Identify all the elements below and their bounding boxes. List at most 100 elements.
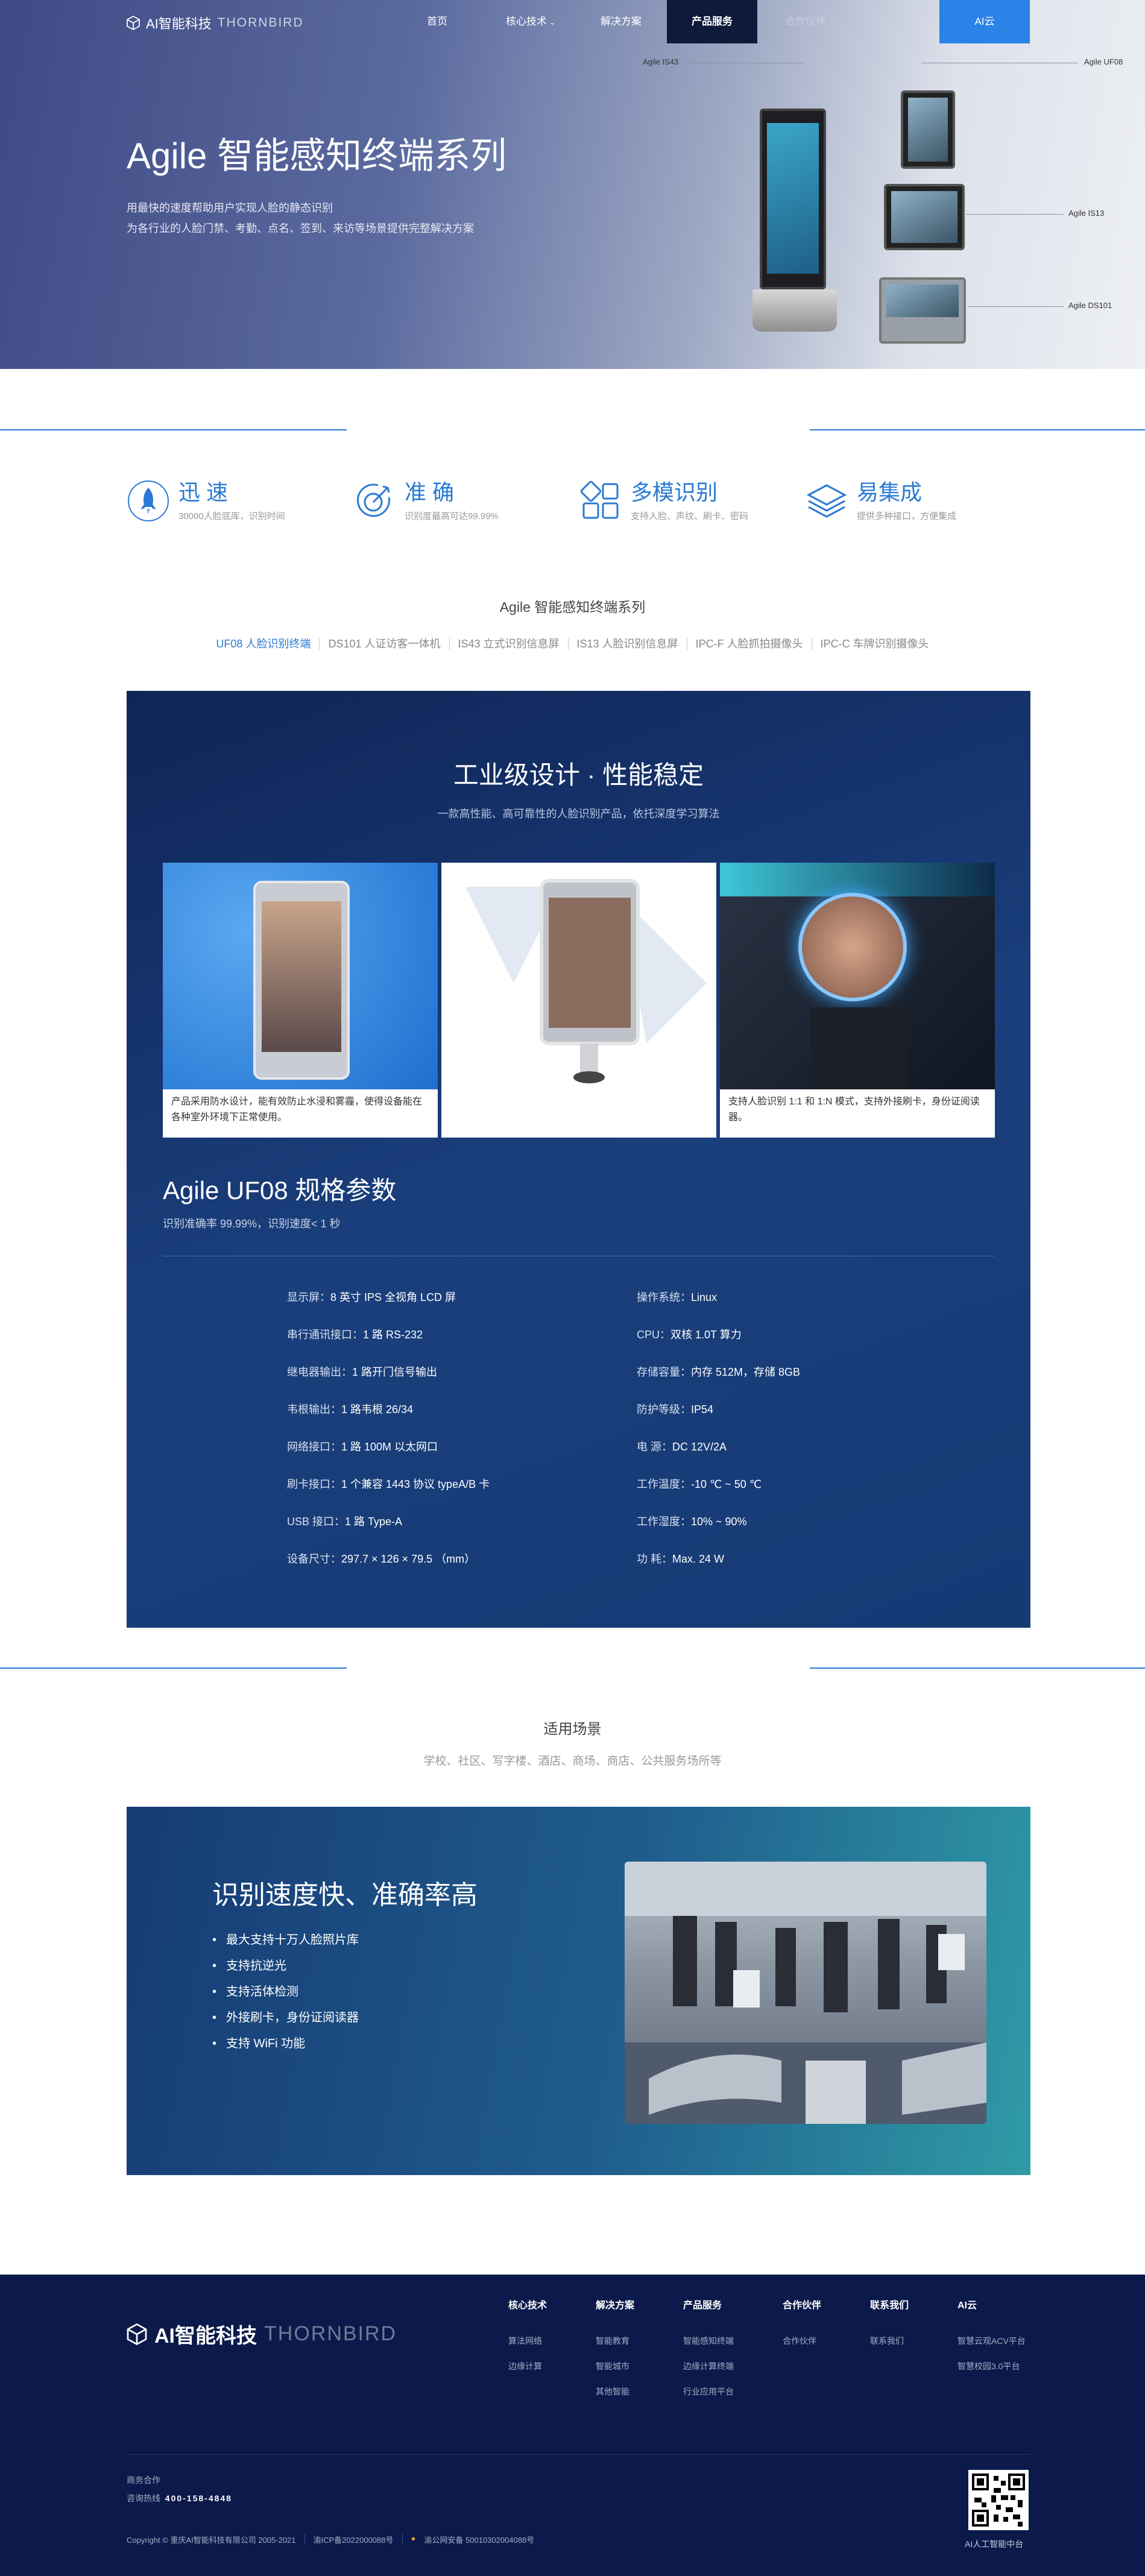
panel-subtitle: 一款高性能、高可靠性的人脸识别产品，依托深度学习算法 — [437, 808, 720, 820]
spec-item: 存储容量：内存 512M，存储 8GB — [637, 1364, 800, 1379]
footer-col-core-tech: 核心技术 算法网络 边缘计算 — [508, 2297, 547, 2379]
footer-col-head: AI云 — [957, 2300, 977, 2311]
tab-uf08[interactable]: UF08 人脸识别终端 — [207, 638, 320, 650]
spec-item: 继电器输出：1 路开门信号输出 — [287, 1364, 437, 1379]
spec-key: 网络接口： — [287, 1441, 341, 1453]
spec-key: USB 接口： — [287, 1516, 345, 1528]
uf08-device-image — [901, 90, 955, 169]
footer-link[interactable]: 智慧云观ACV平台 — [957, 2328, 1026, 2354]
nav-ai-cloud[interactable]: AI云 — [939, 0, 1030, 43]
spec-value: 内存 512M，存储 8GB — [691, 1366, 801, 1378]
feature-card-stand — [441, 863, 716, 1138]
footer-link[interactable]: 算法网络 — [508, 2328, 547, 2354]
police-link[interactable]: 渝公网安备 50010302004088号 — [424, 2534, 534, 2545]
section-divider — [0, 429, 347, 430]
spec-value: Max. 24 W — [672, 1553, 725, 1565]
feature-card-waterproof: 产品采用防水设计，能有效防止水浸和雾霾，使得设备能在各种室外环境下正常使用。 — [163, 863, 438, 1138]
scenario-bullets: 最大支持十万人脸照片库 支持抗逆光 支持活体检测 外接刷卡，身份证阅读器 支持 … — [212, 1927, 359, 2057]
footer-logo[interactable]: AI智能科技 THORNBIRD — [127, 2319, 397, 2349]
police-badge-icon: ● — [411, 2534, 416, 2543]
product-tabs: UF08 人脸识别终端 DS101 人证访客一体机 IS43 立式识别信息屏 I… — [0, 638, 1145, 650]
spec-key: 功 耗： — [637, 1553, 673, 1565]
bullet-item: 支持 WiFi 功能 — [212, 2031, 359, 2057]
hotline: 咨询热线 400-158-4848 — [127, 2489, 232, 2507]
footer-col-head: 产品服务 — [683, 2300, 722, 2311]
footer-link[interactable]: 智能感知终端 — [683, 2328, 734, 2354]
nav-products-label: 产品服务 — [692, 16, 733, 27]
spec-value: DC 12V/2A — [672, 1441, 727, 1453]
footer: AI智能科技 THORNBIRD 核心技术 算法网络 边缘计算 解决方案 智能教… — [0, 2275, 1145, 2576]
card-caption: 支持人脸识别 1:1 和 1:N 模式，支持外接刷卡，身份证阅读器。 — [728, 1097, 980, 1123]
section-divider — [0, 1667, 347, 1669]
feature-integration: 易集成 提供多种接口，方便集成 — [805, 479, 956, 523]
nav-solutions[interactable]: 解决方案 — [588, 0, 654, 43]
nav-core-tech[interactable]: 核心技术 ⌄ — [494, 0, 567, 43]
spec-key: 串行通讯接口： — [287, 1329, 363, 1341]
footer-link[interactable]: 智能城市 — [596, 2354, 634, 2379]
tab-ipc-c[interactable]: IPC-C 车牌识别摄像头 — [812, 638, 938, 650]
hero-line-2: 为各行业的人脸门禁、考勤、点名、签到、来访等场景提供完整解决方案 — [127, 222, 474, 235]
footer-link[interactable]: 行业应用平台 — [683, 2379, 734, 2404]
tab-is13[interactable]: IS13 人脸识别信息屏 — [569, 638, 687, 650]
tab-ds101[interactable]: DS101 人证访客一体机 — [320, 638, 450, 650]
cube-logo-icon — [127, 2323, 147, 2345]
hero-line-1: 用最快的速度帮助用户实现人脸的静态识别 — [127, 202, 333, 214]
card-caption — [441, 1089, 716, 1138]
label-ds101: Agile DS101 — [1068, 301, 1112, 310]
card-caption: 产品采用防水设计，能有效防止水浸和雾霾，使得设备能在各种室外环境下正常使用。 — [171, 1097, 423, 1123]
footer-link[interactable]: 其他智能 — [596, 2379, 634, 2404]
spec-item: 工作湿度：10% ~ 90% — [637, 1513, 747, 1529]
spec-key: 显示屏： — [287, 1291, 330, 1303]
spec-key: 工作湿度： — [637, 1516, 691, 1528]
feature-title: 迅 速 — [178, 480, 229, 505]
biz-label: 商务合作 — [127, 2475, 160, 2485]
nav-ai-cloud-label: AI云 — [974, 16, 995, 27]
gate-scene-graphic — [625, 1862, 986, 2124]
spec-value: 1 路韦根 26/34 — [341, 1403, 414, 1416]
ds101-device-image — [879, 277, 966, 344]
nav-partners[interactable]: 合作伙伴 — [769, 0, 842, 43]
footer-link[interactable]: 边缘计算终端 — [683, 2354, 734, 2379]
scenario-heading: 识别速度快、准确率高 — [212, 1880, 478, 1910]
product-panel: 工业级设计 · 性能稳定 一款高性能、高可靠性的人脸识别产品，依托深度学习算法 … — [127, 691, 1030, 1628]
logo[interactable]: AI智能科技 THORNBIRD — [127, 13, 304, 33]
feature-desc: 支持人脸、声纹、刷卡、密码 — [631, 511, 749, 521]
panel-title: 工业级设计 · 性能稳定 — [453, 761, 704, 789]
footer-link[interactable]: 联系我们 — [870, 2328, 909, 2354]
hero-banner: Agile 智能感知终端系列 用最快的速度帮助用户实现人脸的静态识别 为各行业的… — [0, 0, 1145, 369]
spec-item: 工作温度：-10 ℃ ~ 50 ℃ — [637, 1476, 762, 1491]
footer-link[interactable]: 智能教育 — [596, 2328, 634, 2354]
bullet-item: 最大支持十万人脸照片库 — [212, 1927, 359, 1953]
spec-key: 存储容量： — [637, 1366, 691, 1378]
spec-item: 操作系统：Linux — [637, 1289, 717, 1305]
spec-value: IP54 — [691, 1403, 714, 1416]
footer-link[interactable]: 智慧校园3.0平台 — [957, 2354, 1026, 2379]
nav-products[interactable]: 产品服务 — [667, 0, 757, 43]
footer-col-head: 联系我们 — [870, 2300, 909, 2311]
footer-col-head: 解决方案 — [596, 2300, 635, 2311]
spec-title: Agile UF08 规格参数 — [163, 1176, 397, 1205]
kiosk-base — [752, 289, 837, 332]
tab-is43[interactable]: IS43 立式识别信息屏 — [450, 638, 569, 650]
spec-item: 功 耗：Max. 24 W — [637, 1551, 724, 1566]
feature-accurate: 准 确识别度最高可达99.99% — [353, 479, 499, 523]
footer-link[interactable]: 边缘计算 — [508, 2354, 547, 2379]
spec-key: 设备尺寸： — [287, 1553, 341, 1565]
icp-link[interactable]: 渝ICP备2022000088号 — [314, 2534, 394, 2545]
feature-desc: 提供多种接口，方便集成 — [857, 511, 957, 521]
chevron-down-icon: ⌄ — [549, 18, 556, 27]
spec-subtitle: 识别准确率 99.99%，识别速度< 1 秒 — [163, 1218, 341, 1230]
top-nav: AI智能科技 THORNBIRD 首页 核心技术 ⌄ 解决方案 产品服务 合作伙伴… — [0, 0, 1145, 43]
hotline-number[interactable]: 400-158-4848 — [165, 2493, 232, 2503]
nav-home[interactable]: 首页 — [410, 0, 464, 43]
spec-value: 1 个兼容 1443 协议 typeA/B 卡 — [341, 1478, 490, 1490]
logo-text-en: THORNBIRD — [217, 16, 304, 30]
bullet-item: 外接刷卡，身份证阅读器 — [212, 2005, 359, 2031]
tab-ipc-f[interactable]: IPC-F 人脸抓拍摄像头 — [687, 638, 812, 650]
label-is43: Agile IS43 — [643, 57, 679, 66]
footer-link[interactable]: 合作伙伴 — [783, 2328, 821, 2354]
spec-value: 1 路 Type-A — [345, 1516, 403, 1528]
target-icon — [357, 483, 390, 517]
hero-subtitle: 用最快的速度帮助用户实现人脸的静态识别 为各行业的人脸门禁、考勤、点名、签到、来… — [127, 198, 474, 239]
feature-card-recognition: 支持人脸识别 1:1 和 1:N 模式，支持外接刷卡，身份证阅读器。 — [720, 863, 995, 1138]
